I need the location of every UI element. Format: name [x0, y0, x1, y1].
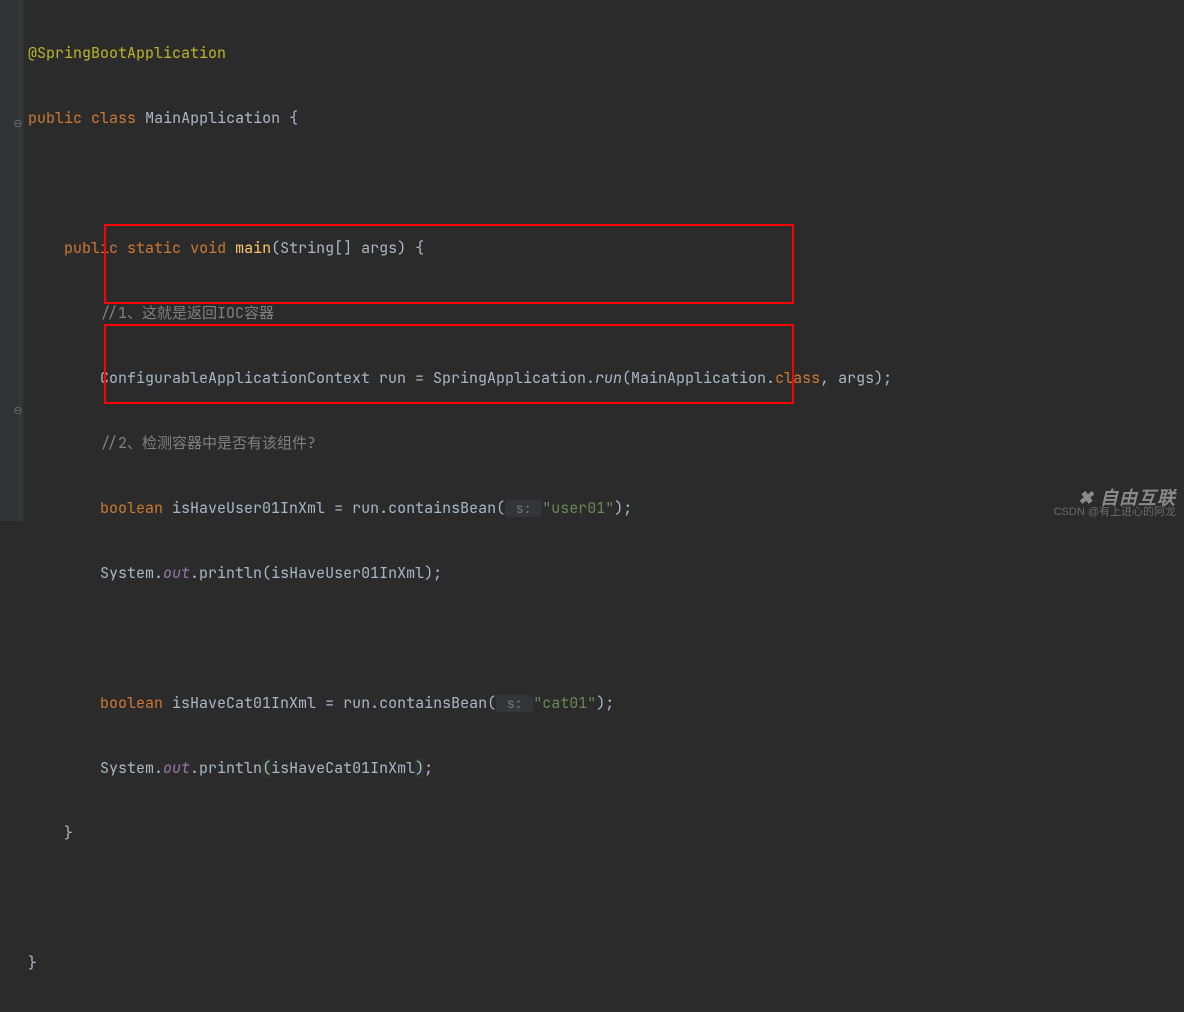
code-text: ); — [424, 563, 442, 583]
code-line: public class MainApplication { — [28, 102, 892, 135]
code-text: = run.containsBean( — [325, 498, 505, 518]
param-hint-token: s: — [496, 695, 533, 712]
code-text: System. — [100, 758, 163, 778]
code-line: public static void main(String[] args) { — [28, 232, 892, 265]
var-token: isHaveCat01InXml — [172, 693, 316, 713]
code-line: @SpringBootApplication — [28, 37, 892, 70]
code-line: boolean isHaveCat01InXml = run.containsB… — [28, 687, 892, 720]
keyword-token: public — [64, 238, 118, 258]
brace-token: } — [64, 823, 73, 843]
fold-close-icon[interactable]: ⊖ — [12, 405, 24, 417]
class-name-token: MainApplication — [145, 108, 280, 128]
code-line: //2、检测容器中是否有该组件? — [28, 427, 892, 460]
keyword-token: public — [28, 108, 82, 128]
param-hint-token: s: — [505, 500, 542, 517]
keyword-token: static — [127, 238, 181, 258]
bracket-highlight: ) — [415, 758, 424, 778]
watermark-brand: ✖ 自由互联 — [1054, 491, 1176, 505]
static-field-token: out — [163, 758, 190, 778]
code-line: } — [28, 817, 892, 850]
code-line: } — [28, 947, 892, 980]
comment-token: //1、这就是返回IOC容器 — [100, 303, 274, 323]
string-token: "user01" — [542, 498, 614, 518]
code-text: System. — [100, 563, 163, 583]
comment-token: //2、检测容器中是否有该组件? — [100, 433, 316, 453]
watermark: ✖ 自由互联 CSDN @有上进心的阿龙 — [1054, 491, 1176, 519]
editor-gutter: ⊖ ⊖ — [0, 0, 24, 521]
bracket-highlight: ( — [262, 758, 271, 778]
code-text: ); — [614, 498, 632, 518]
code-text: ); — [596, 693, 614, 713]
code-text: ; — [424, 758, 433, 778]
gutter-divider — [20, 0, 21, 521]
brace-token: { — [280, 108, 298, 128]
code-text: ConfigurableApplicationContext run = Spr… — [100, 368, 595, 388]
code-text: (MainApplication. — [622, 368, 775, 388]
code-text: .println — [190, 758, 262, 778]
code-line: System.out.println(isHaveCat01InXml); — [28, 752, 892, 785]
static-field-token: out — [163, 563, 190, 583]
keyword-token: boolean — [100, 693, 163, 713]
code-text: , args); — [820, 368, 892, 388]
method-name-token: main — [235, 238, 271, 258]
brace-token: } — [28, 953, 37, 973]
var-token: isHaveUser01InXml — [271, 563, 424, 583]
keyword-token: boolean — [100, 498, 163, 518]
fold-open-icon[interactable]: ⊖ — [12, 118, 24, 130]
code-line — [28, 622, 892, 655]
params-token: (String[] args) { — [271, 238, 424, 258]
code-line: //1、这就是返回IOC容器 — [28, 297, 892, 330]
keyword-token: class — [775, 368, 820, 388]
keyword-token: void — [190, 238, 226, 258]
watermark-author: CSDN @有上进心的阿龙 — [1054, 505, 1176, 519]
var-token: isHaveCat01InXml — [271, 758, 415, 778]
annotation-token: @SpringBootApplication — [28, 43, 226, 63]
code-text: = run.containsBean( — [316, 693, 496, 713]
code-editor-content[interactable]: @SpringBootApplication public class Main… — [28, 4, 892, 1012]
string-token: "cat01" — [533, 693, 596, 713]
code-line — [28, 167, 892, 200]
code-line: System.out.println(isHaveUser01InXml); — [28, 557, 892, 590]
code-line: boolean isHaveUser01InXml = run.contains… — [28, 492, 892, 525]
static-call-token: run — [595, 368, 622, 388]
var-token: isHaveUser01InXml — [172, 498, 325, 518]
code-line — [28, 882, 892, 915]
code-text: .println( — [190, 563, 271, 583]
keyword-token: class — [91, 108, 136, 128]
code-line: ConfigurableApplicationContext run = Spr… — [28, 362, 892, 395]
